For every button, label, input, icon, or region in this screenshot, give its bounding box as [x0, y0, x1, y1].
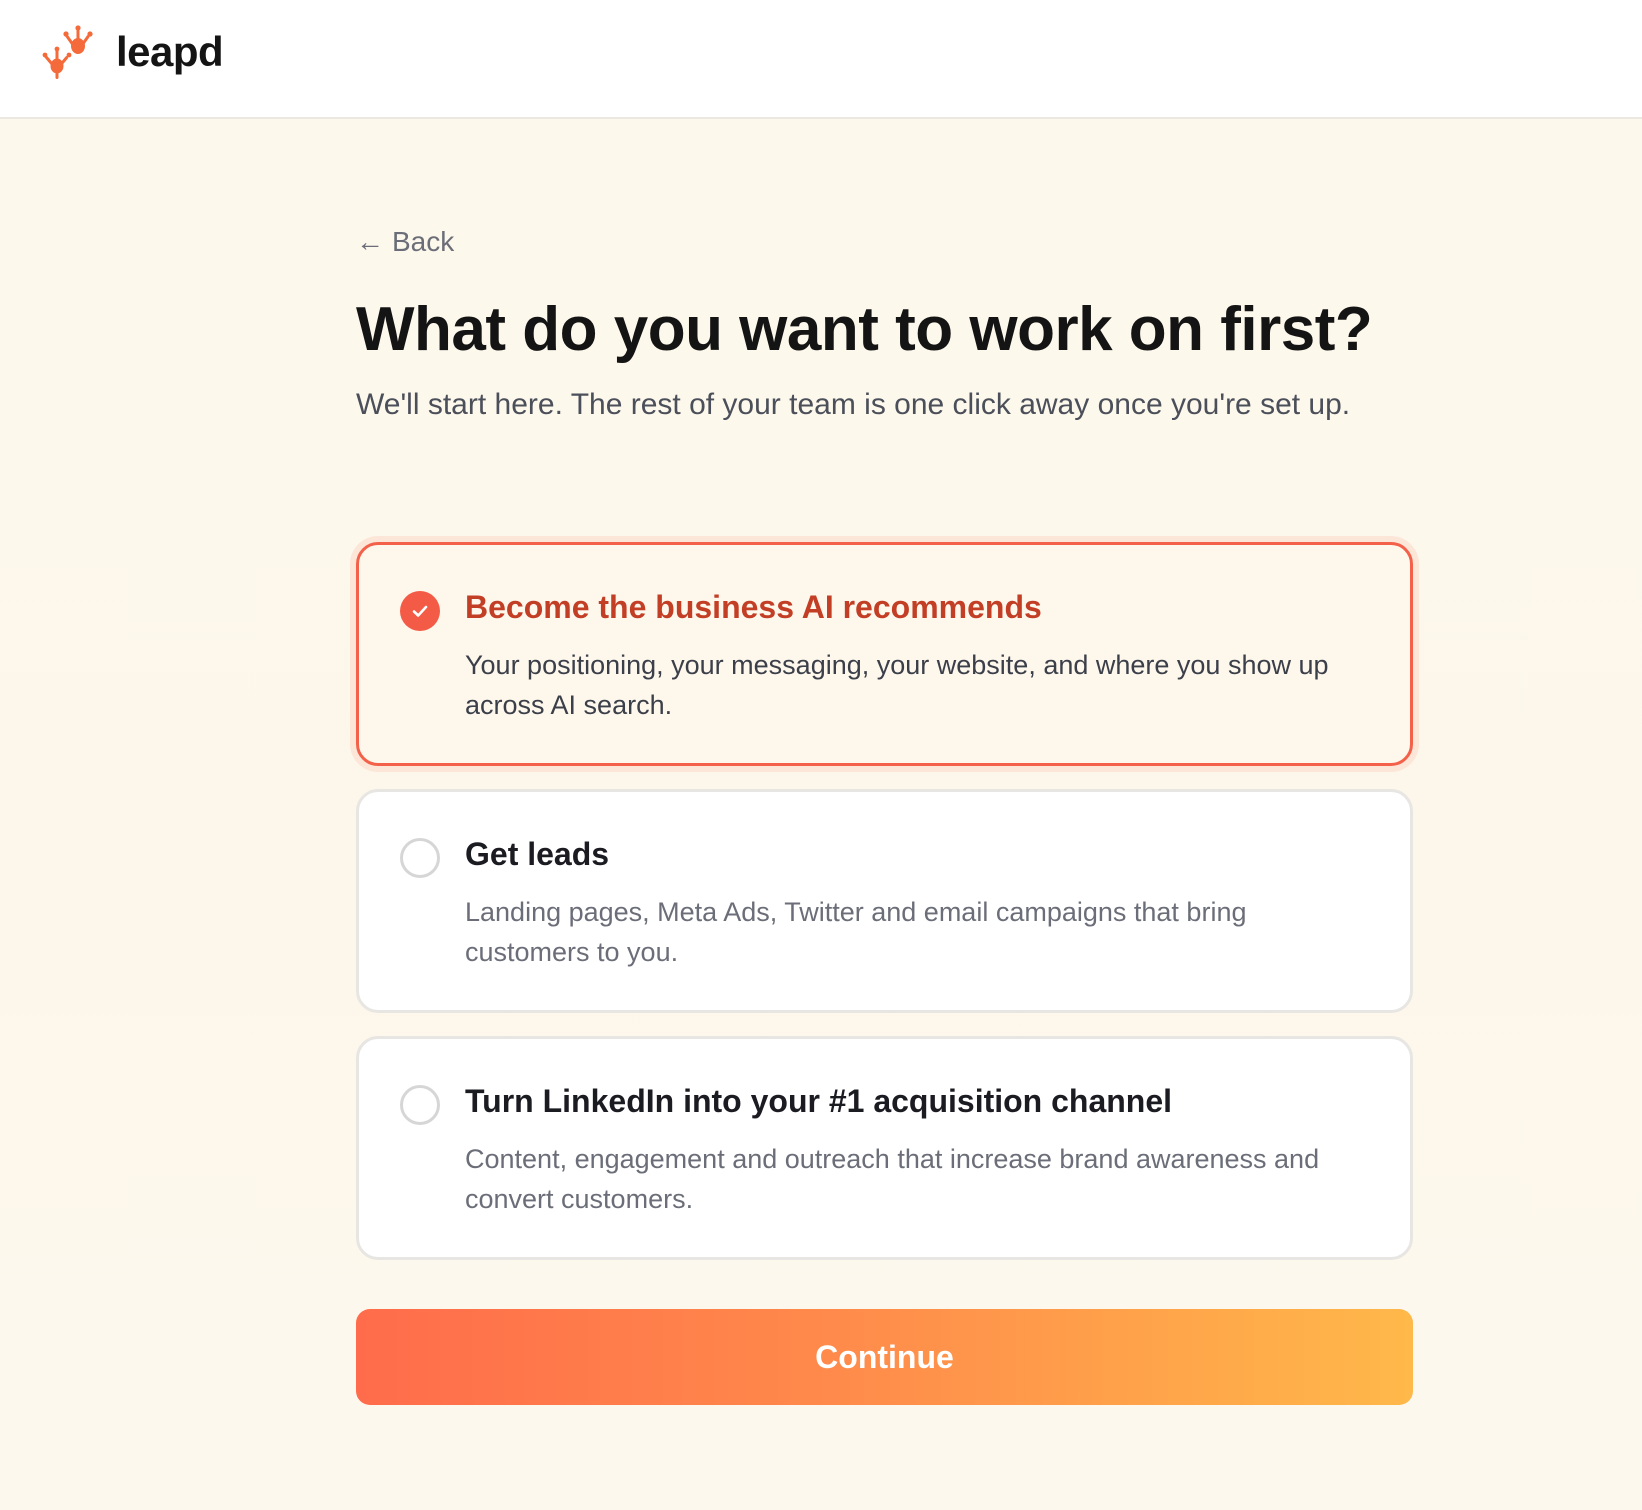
option-description: Landing pages, Meta Ads, Twitter and ema…: [465, 897, 1247, 967]
checkmark-icon: [412, 605, 428, 617]
option-description: Content, engagement and outreach that in…: [465, 1144, 1320, 1214]
back-label: Back: [392, 226, 455, 257]
continue-button[interactable]: Continue: [356, 1309, 1413, 1405]
back-link[interactable]: ← Back: [356, 226, 454, 258]
option-title: Turn LinkedIn into your #1 acquisition c…: [465, 1083, 1173, 1119]
radio-circle-icon[interactable]: [400, 1085, 440, 1125]
option-title: Get leads: [465, 836, 610, 872]
option-card-ai-recommends[interactable]: Become the business AI recommends Your p…: [356, 542, 1413, 766]
option-description: Your positioning, your messaging, your w…: [465, 650, 1329, 720]
option-card-linkedin[interactable]: Turn LinkedIn into your #1 acquisition c…: [356, 1036, 1413, 1260]
frog-footprints-icon: [42, 25, 93, 79]
brand-name: leapd: [116, 28, 224, 75]
radio-circle-icon[interactable]: [400, 838, 440, 878]
arrow-left-icon: ←: [356, 226, 384, 257]
option-title: Become the business AI recommends: [465, 589, 1042, 625]
top-bar: leapd: [0, 0, 1642, 119]
option-card-get-leads[interactable]: Get leads Landing pages, Meta Ads, Twitt…: [356, 789, 1413, 1013]
page-subtitle: We'll start here. The rest of your team …: [356, 388, 1351, 421]
page-title: What do you want to work on first?: [356, 295, 1373, 364]
check-circle-icon[interactable]: [400, 591, 440, 631]
